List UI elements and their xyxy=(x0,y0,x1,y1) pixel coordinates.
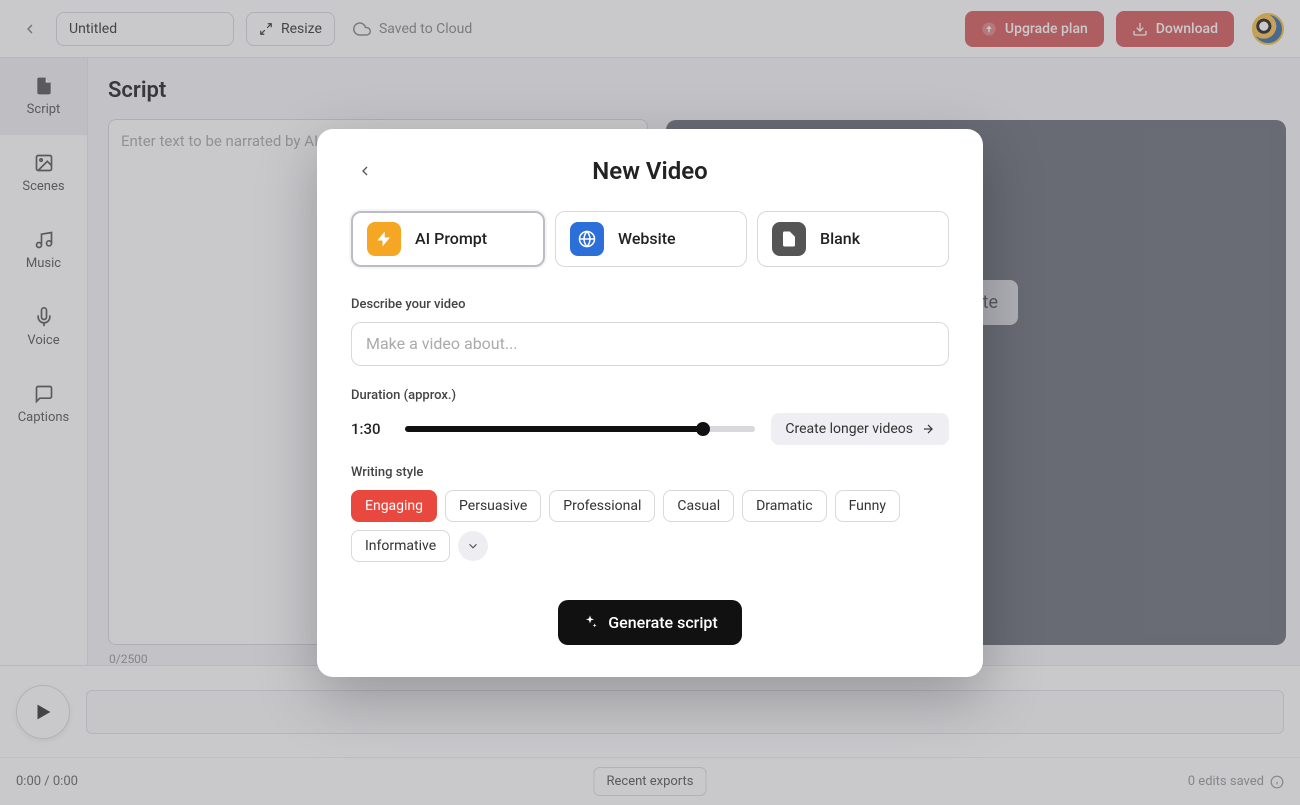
globe-icon xyxy=(570,222,604,256)
create-longer-button[interactable]: Create longer videos xyxy=(771,413,949,445)
style-chip-persuasive[interactable]: Persuasive xyxy=(445,490,541,522)
sparkle-icon xyxy=(582,614,598,630)
slider-thumb[interactable] xyxy=(696,422,710,436)
arrow-right-icon xyxy=(921,422,935,436)
new-video-modal: New Video AI Prompt Website Blank xyxy=(317,129,983,677)
style-chip-informative[interactable]: Informative xyxy=(351,530,450,562)
option-blank[interactable]: Blank xyxy=(757,211,949,267)
modal-back-button[interactable] xyxy=(351,157,379,185)
generate-script-label: Generate script xyxy=(608,613,717,632)
chevron-left-icon xyxy=(357,163,373,179)
option-label: Website xyxy=(618,229,676,248)
prompt-input[interactable] xyxy=(351,322,949,366)
style-chip-engaging[interactable]: Engaging xyxy=(351,490,437,522)
style-chip-dramatic[interactable]: Dramatic xyxy=(742,490,826,522)
describe-label: Describe your video xyxy=(351,297,949,312)
duration-slider[interactable] xyxy=(405,426,755,432)
style-chip-funny[interactable]: Funny xyxy=(835,490,900,522)
modal-overlay: New Video AI Prompt Website Blank xyxy=(0,0,1300,805)
modal-title: New Video xyxy=(592,157,707,185)
duration-value: 1:30 xyxy=(351,420,389,438)
option-ai-prompt[interactable]: AI Prompt xyxy=(351,211,545,267)
generate-script-button[interactable]: Generate script xyxy=(558,600,741,645)
option-website[interactable]: Website xyxy=(555,211,747,267)
bolt-icon xyxy=(367,222,401,256)
style-chip-professional[interactable]: Professional xyxy=(549,490,655,522)
style-chip-casual[interactable]: Casual xyxy=(663,490,734,522)
style-label: Writing style xyxy=(351,465,949,480)
chevron-down-icon xyxy=(466,539,480,553)
option-label: Blank xyxy=(820,229,860,248)
duration-label: Duration (approx.) xyxy=(351,388,949,403)
option-label: AI Prompt xyxy=(415,229,487,248)
style-more-button[interactable] xyxy=(458,531,488,561)
longer-label: Create longer videos xyxy=(785,421,913,437)
file-icon xyxy=(772,222,806,256)
